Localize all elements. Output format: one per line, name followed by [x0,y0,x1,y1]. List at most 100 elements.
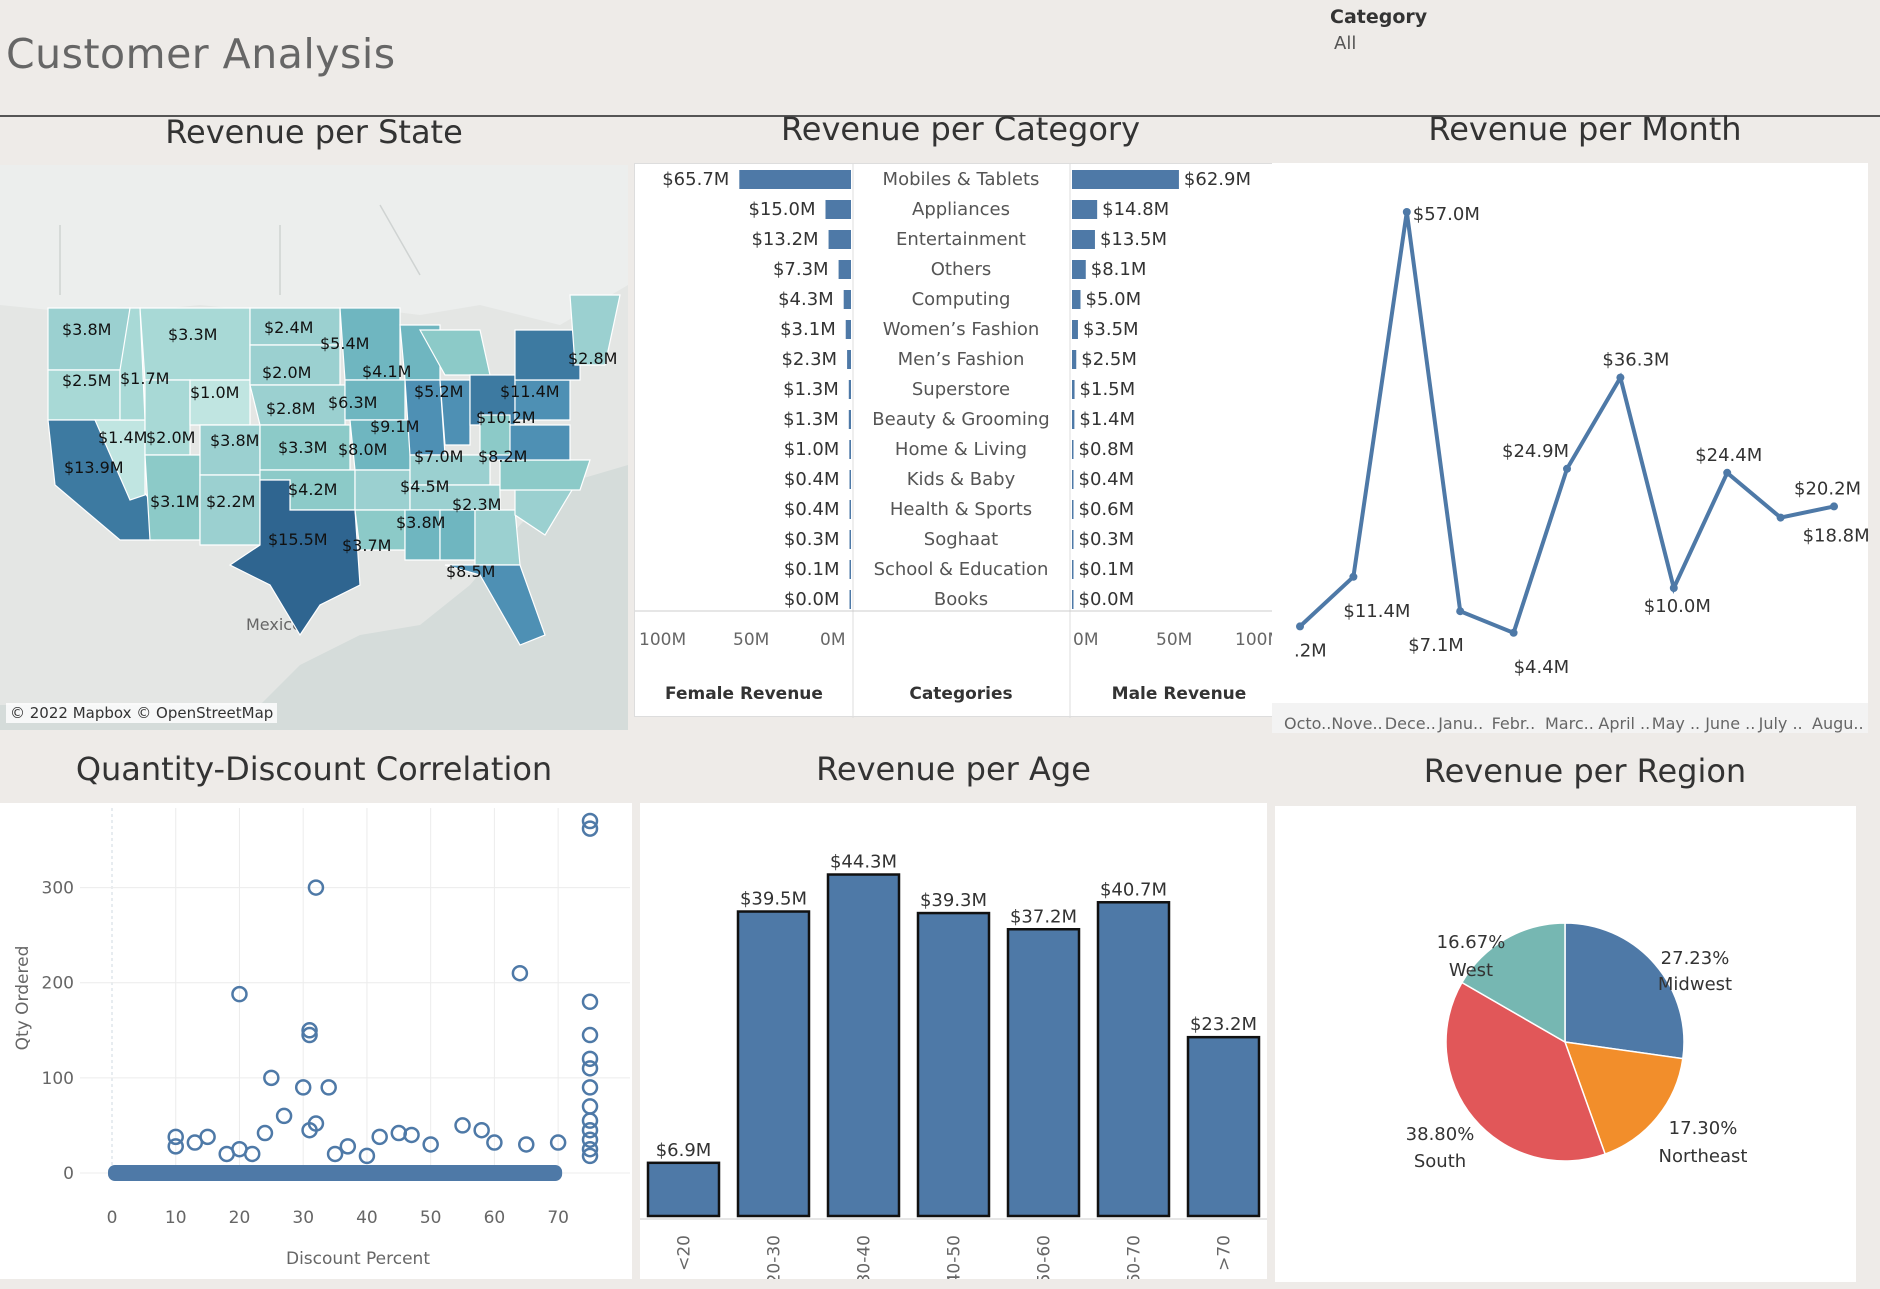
age-bar [1006,928,1081,1218]
male-revenue-label: $2.5M [1081,349,1137,370]
category-label: Health & Sports [890,499,1032,520]
age-category-label: 50-60 [1035,1235,1055,1279]
age-category-label: 30-40 [855,1235,875,1279]
state-label: $4.2M [288,480,337,499]
female-revenue-bar [849,530,851,549]
state-label: $1.7M [120,369,169,388]
scatter-x-tick: 0 [107,1208,118,1228]
month-tick-label: Marc.. [1545,714,1594,733]
dashboard: Customer Analysis Category All Revenue p… [0,0,1880,1289]
male-revenue-label: $0.0M [1079,589,1135,610]
age-bar [826,873,901,1218]
month-value-label: $24.4M [1695,445,1762,466]
male-revenue-label: $1.4M [1079,409,1135,430]
month-chart[interactable]: .2M Octo.. $11.4M Nove.. $57.0M Dece.. $7.1M Ja… [1272,163,1870,733]
male-revenue-label: $0.4M [1079,469,1135,490]
male-revenue-label: $0.6M [1079,499,1135,520]
scatter-x-tick: 40 [356,1208,378,1228]
month-tick-label: April .. [1598,714,1650,733]
category-chart[interactable]: $65.7M $62.9M Mobiles & Tablets $15.0M $14.8… [634,163,1288,718]
male-revenue-bar [1072,230,1095,249]
scatter-y-tick: 300 [42,879,74,899]
region-name-label: Northeast [1659,1146,1748,1167]
female-revenue-label: $2.3M [781,349,837,370]
state-label: $2.4M [264,318,313,337]
month-point [1296,622,1304,631]
female-revenue-label: $0.4M [784,499,840,520]
age-value-label: $44.3M [830,852,897,873]
male-axis-tick: 0M [1073,630,1098,650]
month-tick-label: Augu.. [1812,714,1864,733]
category-filter-dropdown[interactable]: All [1334,33,1356,54]
female-revenue-bar [843,290,851,309]
female-revenue-label: $1.3M [783,409,839,430]
scatter-chart[interactable]: 0 10 20 30 40 50 60 70 0 100 200 300 Discount Percen… [0,803,632,1279]
female-revenue-label: $3.1M [780,319,836,340]
male-revenue-bar [1072,380,1075,399]
month-title: Revenue per Month [1428,110,1742,148]
state-label: $6.3M [328,393,377,412]
region-chart-svg: 27.23% Midwest 17.30% Northeast 38.80% South 1… [1406,922,1748,1172]
state-label: $8.5M [446,562,495,581]
month-point [1723,468,1732,477]
male-revenue-label: $1.5M [1080,379,1136,400]
state-label: $1.0M [190,383,239,402]
age-bar [1096,901,1171,1218]
age-bars: $6.9M <20 $39.5M 20-30 $44.3M 30-40 $39.3M 40-5… [640,852,1267,1284]
scatter-x-tick: 10 [165,1208,187,1228]
region-pie: 27.23% Midwest 17.30% Northeast 38.80% South 1… [1406,922,1748,1172]
female-axis-tick: 100M [639,630,686,650]
month-value-label: $24.9M [1502,441,1569,462]
male-revenue-label: $62.9M [1184,169,1251,190]
state-map[interactable]: Mexico $3.8M $3.3M $2.4M $5.4M $2.8M $2.… [0,165,628,730]
state-label: $1.4M [98,428,147,447]
female-revenue-bar [828,230,851,249]
age-category-label: 20-30 [765,1235,785,1279]
age-chart[interactable]: $6.9M <20 $39.5M 20-30 $44.3M 30-40 $39.3M 40-5… [640,803,1267,1284]
female-revenue-label: $13.2M [751,229,818,250]
category-label: Mobiles & Tablets [883,169,1040,190]
scatter-x-tick: 20 [229,1208,251,1228]
state-label: $11.4M [500,382,560,401]
scatter-x-axis-title: Discount Percent [286,1249,430,1269]
category-label: Books [934,589,988,610]
male-revenue-bar [1072,290,1081,309]
scatter-point [371,1128,388,1146]
female-revenue-label: $0.3M [784,529,840,550]
month-tick-label: Nove.. [1331,714,1382,733]
state-ga[interactable] [474,509,521,566]
state-label: $2.5M [62,371,111,390]
age-category-label: 60-70 [1125,1235,1145,1279]
male-revenue-bar [1072,590,1074,609]
male-revenue-bar [1072,170,1179,189]
state-wa[interactable] [47,307,131,371]
month-point [1563,464,1571,473]
female-revenue-label: $65.7M [662,169,729,190]
map-attribution-link[interactable]: © 2022 Mapbox © OpenStreetMap [6,703,278,723]
state-label: $2.8M [568,349,617,368]
male-revenue-label: $13.5M [1100,229,1167,250]
scatter-point [454,1117,471,1134]
state-label: $3.8M [62,320,111,339]
region-name-label: South [1414,1151,1466,1172]
scatter-point [320,1079,337,1096]
scatter-x-tick: 50 [420,1208,442,1228]
female-revenue-label: $15.0M [748,199,815,220]
region-name-label: West [1449,960,1493,981]
month-point [1776,513,1785,522]
month-value-label: $18.8M [1803,526,1868,547]
category-label: Soghaat [924,529,998,550]
region-chart[interactable]: 27.23% Midwest 17.30% Northeast 38.80% South 1… [1275,806,1856,1282]
month-point [1830,502,1838,511]
month-tick-label: June .. [1704,714,1755,733]
month-value-label: $36.3M [1602,350,1669,371]
female-revenue-label: $1.3M [783,379,839,400]
female-revenue-label: $1.0M [784,439,840,460]
category-chart-svg: $65.7M $62.9M Mobiles & Tablets $15.0M $14.8… [635,164,1288,718]
state-label: $2.0M [262,363,311,382]
month-tick-label: Febr.. [1492,714,1536,733]
category-label: Men’s Fashion [898,349,1025,370]
category-filter-label: Category [1330,6,1428,28]
female-revenue-bar [848,410,851,429]
state-label: $2.8M [266,399,315,418]
